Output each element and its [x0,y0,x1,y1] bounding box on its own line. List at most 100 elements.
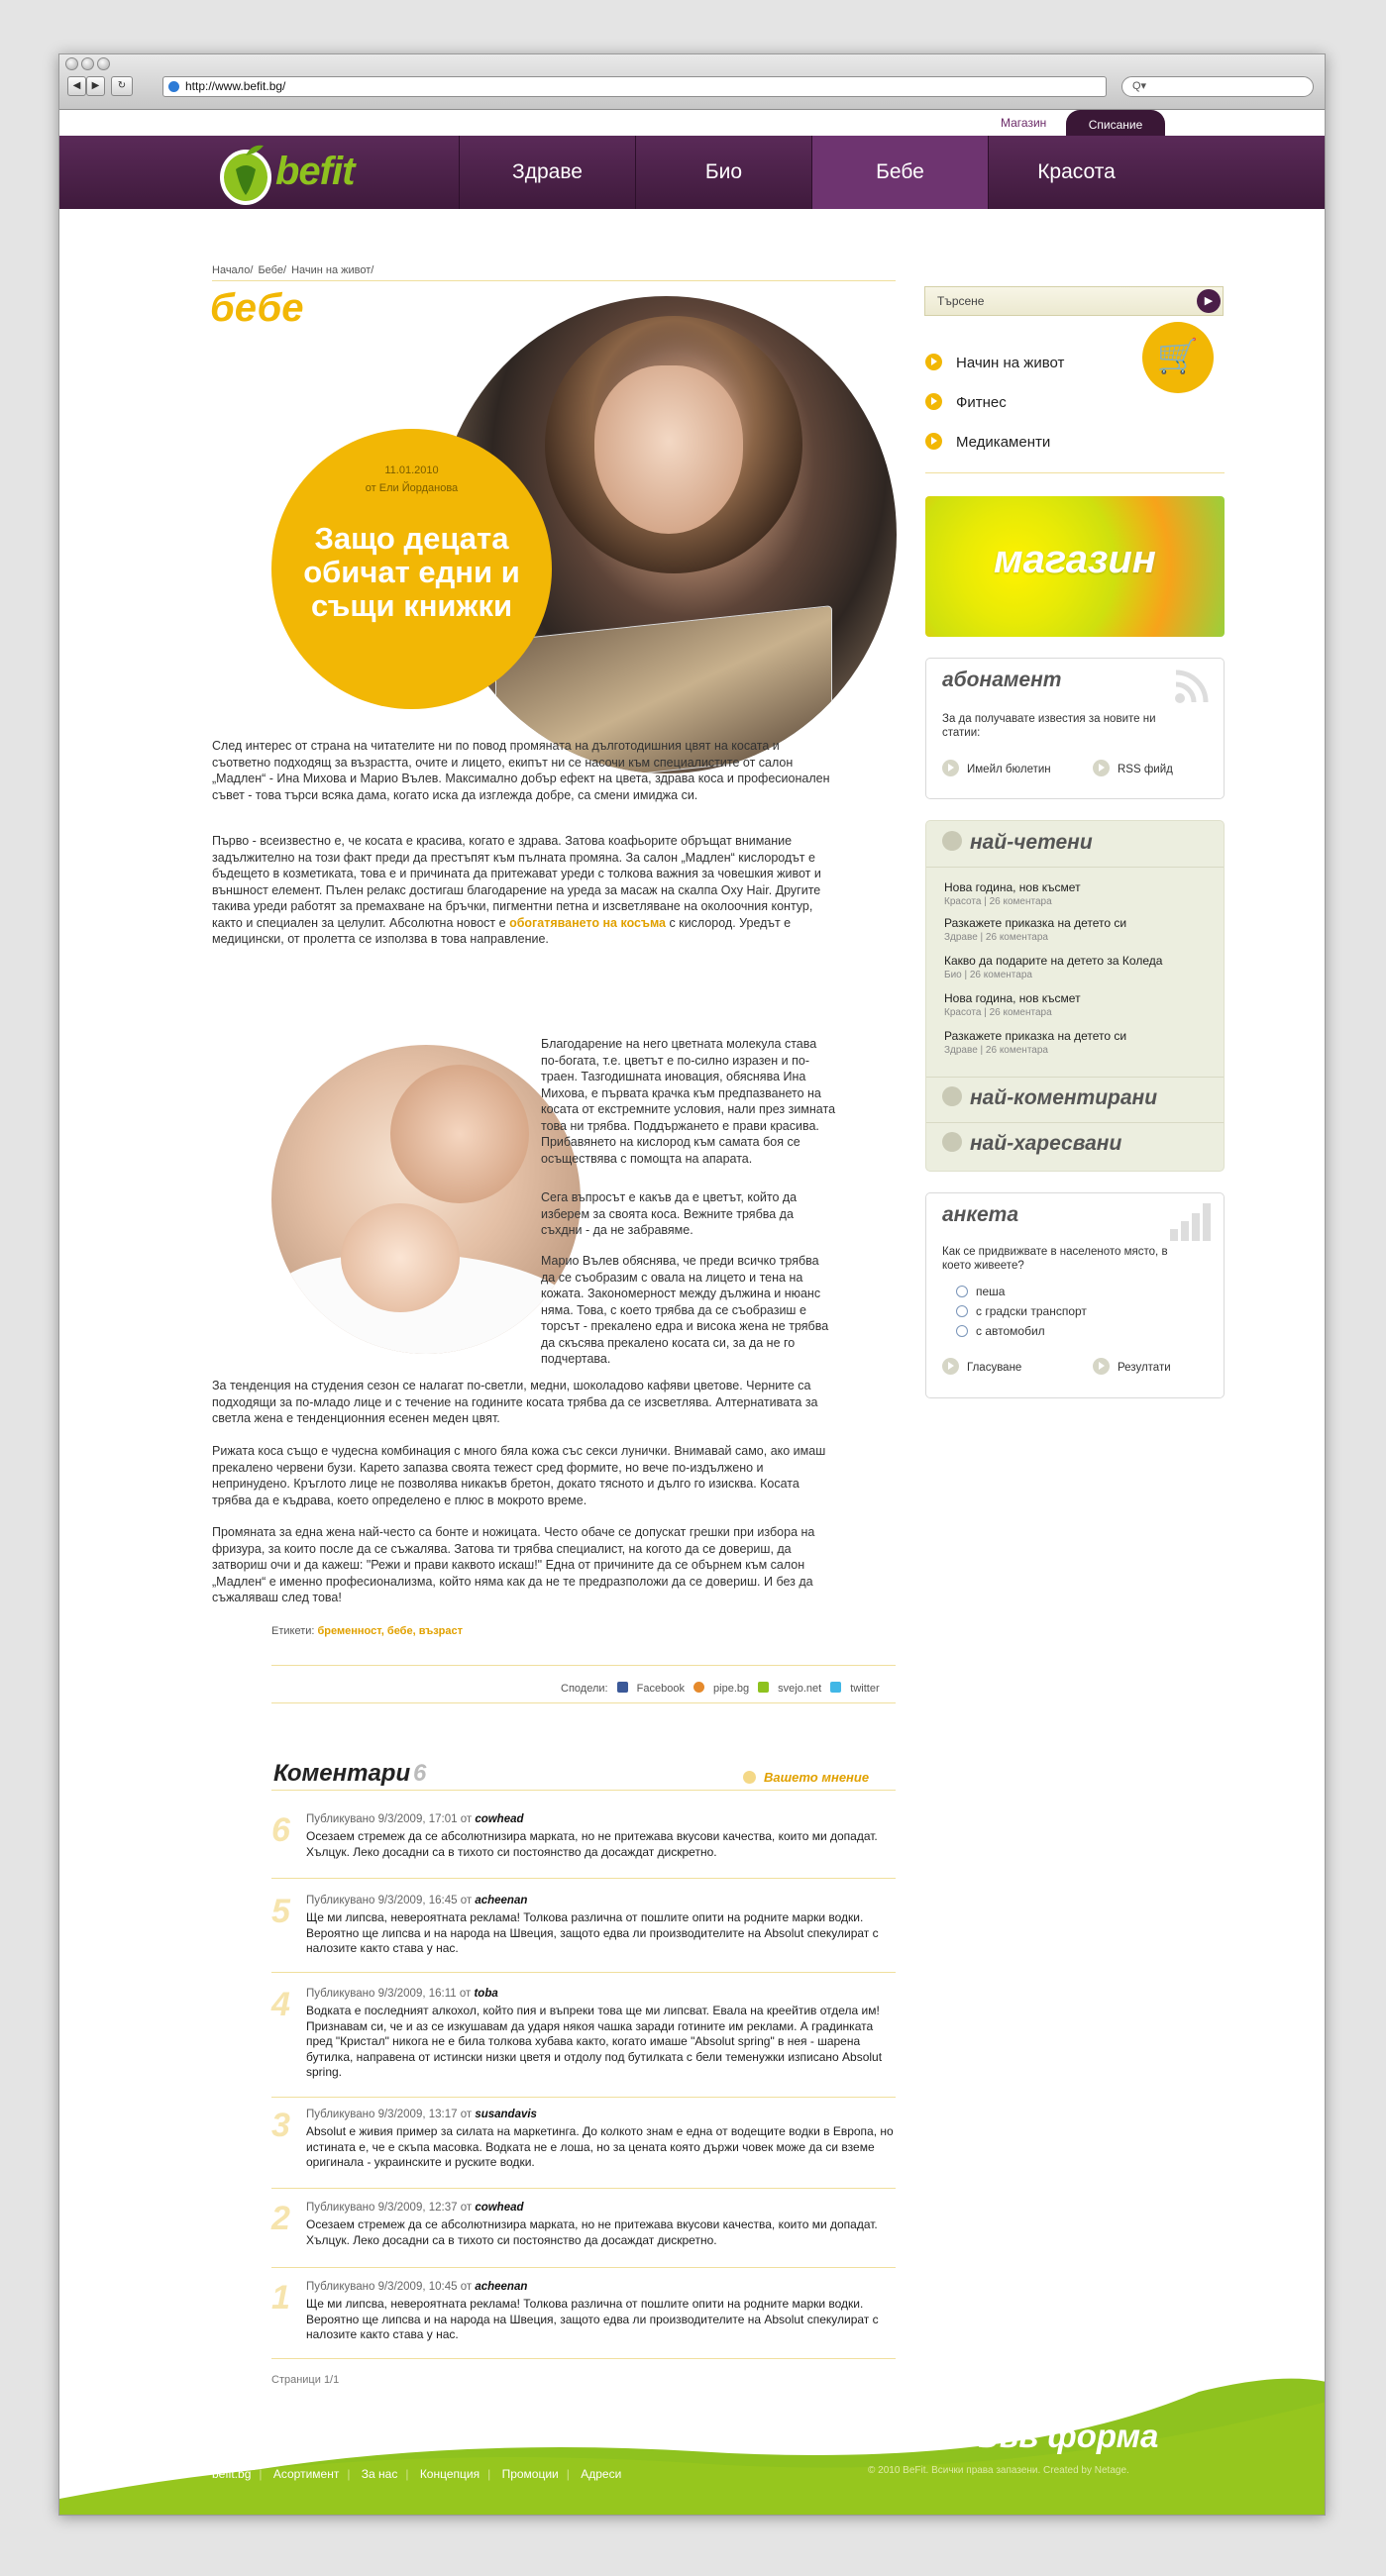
breadcrumb: Начало/ Бебе/ Начин на живот/ [212,264,375,276]
poll-option-walk[interactable]: пеша [956,1285,1005,1298]
breadcrumb-baby[interactable]: Бебе/ [258,264,286,276]
list-item[interactable]: Какво да подарите на детето за Коледа Био… [944,954,1162,980]
reload-button[interactable]: ↻ [111,76,133,96]
nav-tab-beauty[interactable]: Красота [988,136,1164,209]
comment-meta: Публикувано 9/3/2009, 13:17 от susandavi… [306,2109,537,2120]
footer-link-concept[interactable]: Концепция [420,2467,480,2481]
email-newsletter-button[interactable]: Имейл бюлетин [942,760,1051,776]
comment-user[interactable]: susandavis [475,2109,537,2120]
popular-meta: Красота | 26 коментара [944,896,1052,907]
footer-link-about[interactable]: За нас [362,2467,398,2481]
popular-title: Разкажете приказка на детето си [944,916,1127,930]
comment-text: Absolut е живия пример за силата на марк… [306,2124,894,2169]
poll-question: Как се придвижвате в населеното място, в… [942,1246,1168,1272]
footer-link-promotions[interactable]: Промоции [502,2467,559,2481]
comment-number: 1 [271,2279,290,2317]
poll-option-transport[interactable]: с градски транспорт [956,1304,1087,1318]
comment-user[interactable]: cowhead [475,1813,523,1825]
article-inline-link[interactable]: обогатяването на косъма [509,916,666,930]
comment-text: Водката е последният алкохол, който пия … [306,2004,883,2079]
minimize-window-icon[interactable] [81,57,94,70]
results-button[interactable]: Резултати [1093,1358,1171,1375]
footer-link-home[interactable]: befit.bg [212,2467,251,2481]
footer-link-products[interactable]: Асортимент [273,2467,339,2481]
sidebar-item-label: Начин на живот [956,355,1065,371]
comment-number: 6 [271,1811,290,1849]
comment-user[interactable]: toba [474,1988,497,2000]
share-pipe-label: pipe.bg [713,1683,750,1695]
tab-most-read[interactable]: най-четени [942,831,1093,855]
vote-button[interactable]: Гласуване [942,1358,1021,1375]
sidebar-item-fitness[interactable]: Фитнес [925,393,1007,411]
nav-tab-bio[interactable]: Био [635,136,811,209]
popular-meta: Красота | 26 коментара [944,1007,1052,1018]
popular-category: Здраве [944,1045,978,1056]
poll-option-car[interactable]: с автомобил [956,1324,1045,1338]
arrow-icon [925,393,942,410]
share-twitter[interactable]: twitter [830,1682,880,1695]
svejo-icon [758,1682,770,1693]
comment-user[interactable]: acheenan [475,2281,527,2293]
your-opinion-link[interactable]: Вашето мнение [743,1770,869,1785]
close-window-icon[interactable] [65,57,78,70]
back-button[interactable]: ◀ [67,76,86,96]
share-bar: Сподели: Facebook pipe.bg svejo.net twit… [555,1682,880,1695]
tab-most-commented[interactable]: най-коментирани [942,1086,1157,1110]
poll-title: анкета [942,1203,1019,1226]
list-item[interactable]: Разкажете приказка на детето си Здраве | … [944,1029,1126,1056]
comment-text: Осезаем стремеж да се абсолютнизира марк… [306,1829,878,1859]
comment-date: Публикувано 9/3/2009, 16:45 от [306,1895,476,1906]
address-bar[interactable]: http://www.befit.bg/ [162,76,1107,97]
facebook-icon [616,1682,628,1693]
sidebar-item-label: Фитнес [956,394,1007,411]
divider [271,1665,896,1666]
list-item[interactable]: Разкажете приказка на детето си Здраве | … [944,916,1126,943]
breadcrumb-lifestyle[interactable]: Начин на живот/ [291,264,373,276]
tab-most-commented-label: най-коментирани [970,1086,1158,1109]
subscribe-title: абонамент [942,669,1062,691]
category-title: бебе [210,286,304,330]
tags-links[interactable]: бременност, бебе, възраст [318,1625,464,1637]
share-svejo[interactable]: svejo.net [758,1682,821,1695]
pipe-icon [693,1682,705,1693]
article-date: 11.01.2010 [384,464,439,476]
maximize-window-icon[interactable] [97,57,110,70]
arrow-icon [942,1358,959,1375]
comment-meta: Публикувано 9/3/2009, 17:01 от cowhead [306,1813,524,1825]
comment-meta: Публикувано 9/3/2009, 16:45 от acheenan [306,1895,527,1906]
shop-link[interactable]: Магазин [1001,116,1046,130]
shop-banner[interactable]: магазин [925,496,1225,637]
share-facebook[interactable]: Facebook [616,1682,685,1695]
list-item[interactable]: Нова година, нов късмет Красота | 26 коме… [944,991,1081,1018]
divider [271,2358,896,2359]
rss-feed-button[interactable]: RSS фийд [1093,760,1173,776]
site-search-input[interactable]: Търсене [924,286,1224,316]
site-topbar: Магазин Списание [59,110,1325,136]
sidebar-item-medicines[interactable]: Медикаменти [925,433,1050,451]
comments-title: Коментари [273,1760,411,1787]
divider [925,472,1225,473]
list-item[interactable]: Нова година, нов късмет Красота | 26 коме… [944,880,1081,907]
results-label: Резултати [1118,1362,1171,1374]
comment-user[interactable]: cowhead [475,2202,523,2214]
separator: | [566,2467,570,2481]
footer-copyright: © 2010 BeFit. Всички права запазени. Cre… [868,2465,1129,2476]
article-author: от Ели Йорданова [365,482,459,494]
logo-text[interactable]: befit [275,150,355,194]
forward-button[interactable]: ▶ [86,76,105,96]
tab-most-liked[interactable]: най-харесвани [942,1132,1121,1156]
article-tags: Етикети: бременност, бебе, възраст [271,1625,463,1637]
breadcrumb-home[interactable]: Начало/ [212,264,253,276]
search-go-button[interactable]: ▶ [1197,289,1221,313]
browser-search-field[interactable]: Q▾ [1121,76,1314,97]
comment-meta: Публикувано 9/3/2009, 10:45 от acheenan [306,2281,527,2293]
comment-user[interactable]: acheenan [475,1895,527,1906]
magazine-tab[interactable]: Списание [1066,110,1165,136]
share-pipe[interactable]: pipe.bg [693,1682,750,1695]
nav-tab-baby[interactable]: Бебе [811,136,988,209]
rss-icon [1175,670,1209,703]
footer-link-addresses[interactable]: Адреси [581,2467,621,2481]
sidebar-item-lifestyle[interactable]: Начин на живот [925,354,1064,371]
nav-tab-health[interactable]: Здраве [459,136,635,209]
popular-title: Нова година, нов късмет [944,880,1081,894]
